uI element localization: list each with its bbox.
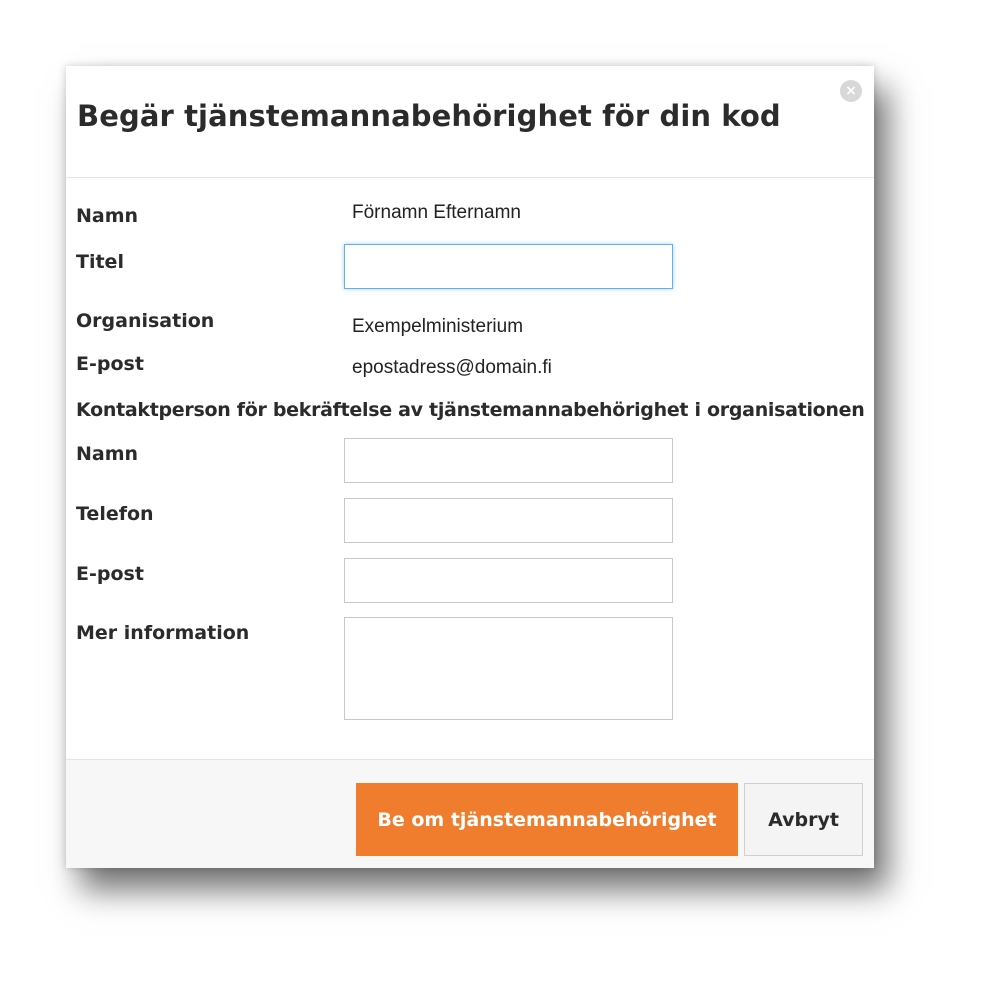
dialog-title: Begär tjänstemannabehörighet för din kod	[77, 99, 781, 133]
contact-email-label: E-post	[76, 563, 144, 585]
dialog-footer: Be om tjänstemannabehörighet Avbryt	[66, 759, 874, 868]
contact-name-input[interactable]	[344, 438, 673, 483]
organisation-value: Exempelministerium	[352, 316, 524, 337]
email-value: epostadress@domain.fi	[352, 357, 552, 378]
contact-section-heading: Kontaktperson för bekräftelse av tjänste…	[76, 399, 865, 421]
title-input[interactable]	[344, 244, 673, 289]
name-label: Namn	[76, 205, 139, 227]
more-info-label: Mer information	[76, 622, 250, 644]
organisation-label: Organisation	[76, 310, 215, 332]
title-label: Titel	[76, 251, 124, 273]
cancel-button[interactable]: Avbryt	[744, 783, 863, 856]
name-value: Förnamn Efternamn	[352, 202, 521, 223]
header-divider	[66, 177, 874, 178]
contact-name-label: Namn	[76, 443, 139, 465]
more-info-textarea[interactable]	[344, 617, 673, 720]
contact-phone-label: Telefon	[76, 503, 154, 525]
contact-phone-input[interactable]	[344, 498, 673, 543]
contact-email-input[interactable]	[344, 558, 673, 603]
email-label: E-post	[76, 353, 144, 375]
request-authorization-button[interactable]: Be om tjänstemannabehörighet	[356, 783, 738, 856]
request-authorization-dialog: × Begär tjänstemannabehörighet för din k…	[66, 66, 874, 868]
close-icon[interactable]: ×	[840, 80, 862, 102]
